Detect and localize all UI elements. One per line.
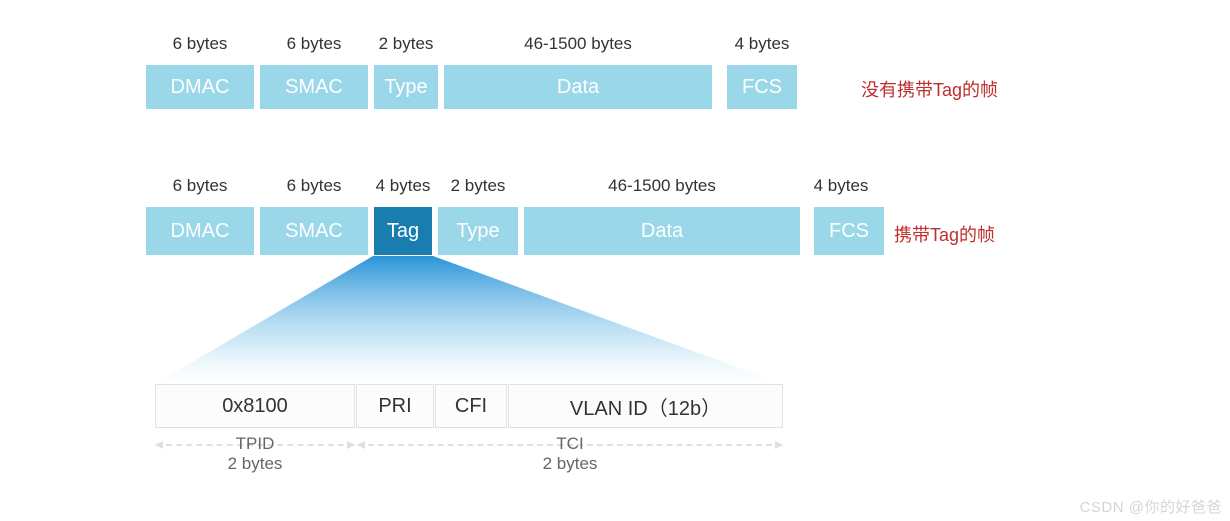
tpid-size: 2 bytes [156,454,354,474]
f2-size-tag: 4 bytes [373,176,433,196]
f2-caption: 携带Tag的帧 [894,221,995,247]
f2-size-smac: 6 bytes [259,176,369,196]
f1-size-smac: 6 bytes [259,34,369,54]
f1-field-fcs: FCS [726,64,798,110]
tag-detail-vlanid: VLAN ID（12b） [508,384,783,428]
tci-label: TCI 2 bytes [358,434,782,474]
f2-size-dmac: 6 bytes [145,176,255,196]
f1-field-dmac: DMAC [145,64,255,110]
tci-name: TCI [358,434,782,454]
f2-size-type: 2 bytes [437,176,519,196]
f1-size-type: 2 bytes [372,34,440,54]
f1-field-smac: SMAC [259,64,369,110]
f2-field-fcs: FCS [813,206,885,256]
f2-field-smac: SMAC [259,206,369,256]
tpid-label: TPID 2 bytes [156,434,354,474]
f1-field-type: Type [373,64,439,110]
f1-size-data: 46-1500 bytes [443,34,713,54]
tag-detail-tpid: 0x8100 [155,384,355,428]
f2-field-type: Type [437,206,519,256]
f1-field-data: Data [443,64,713,110]
f1-caption: 没有携带Tag的帧 [861,76,998,102]
f2-size-fcs: 4 bytes [805,176,877,196]
tci-size: 2 bytes [358,454,782,474]
watermark: CSDN @你的好爸爸 [1080,496,1222,517]
tag-detail-cfi: CFI [435,384,507,428]
f1-size-dmac: 6 bytes [145,34,255,54]
tpid-name: TPID [156,434,354,454]
f2-size-data: 46-1500 bytes [523,176,801,196]
tag-detail-pri: PRI [356,384,434,428]
f2-field-tag: Tag [373,206,433,256]
f1-size-fcs: 4 bytes [726,34,798,54]
f2-field-dmac: DMAC [145,206,255,256]
f2-field-data: Data [523,206,801,256]
